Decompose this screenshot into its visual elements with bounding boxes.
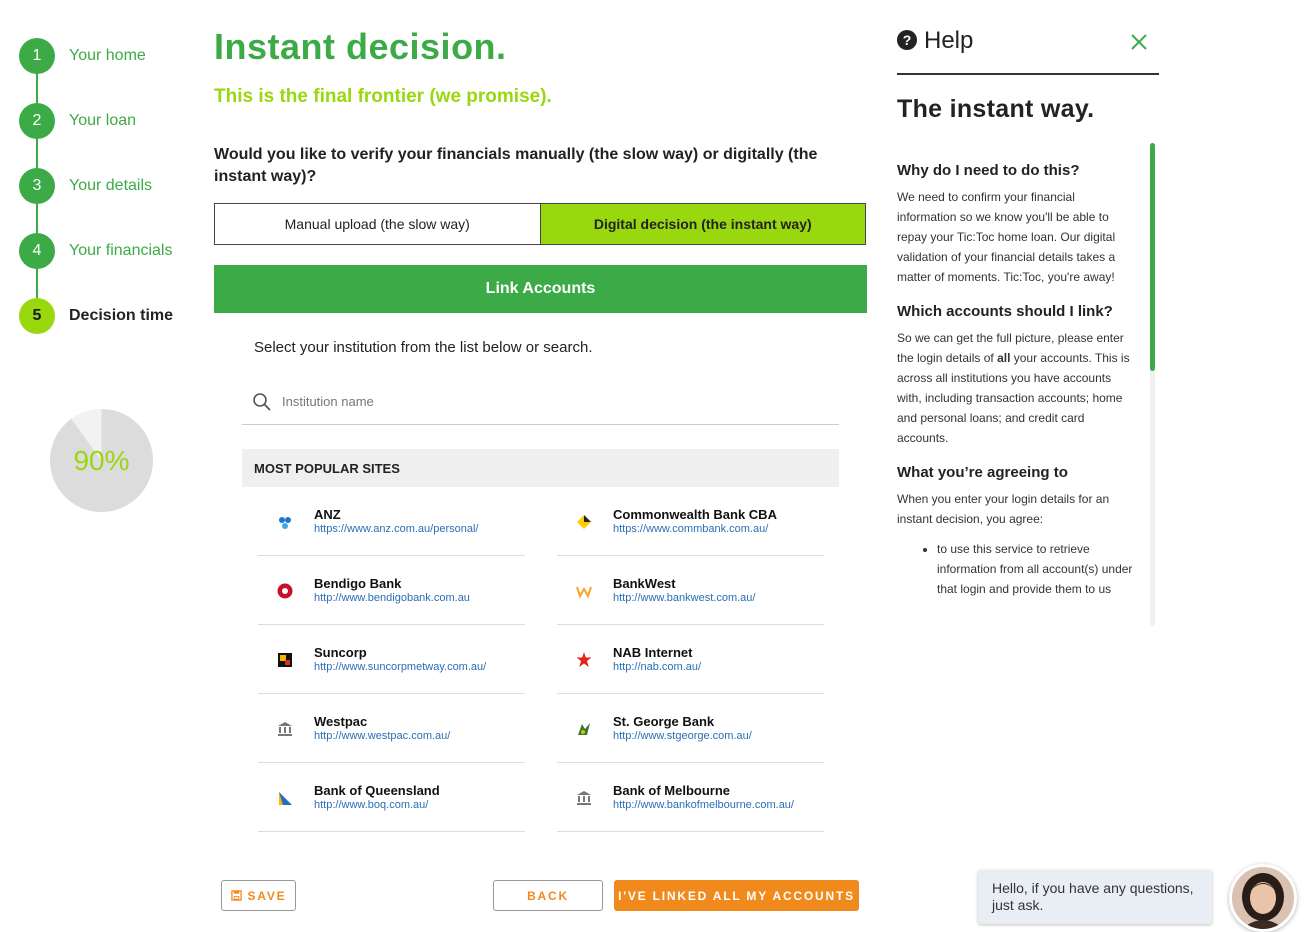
agent-avatar-image — [1232, 867, 1294, 929]
bank-item-bank-of-melbourne[interactable]: Bank of Melbourne http://www.bankofmelbo… — [557, 763, 824, 832]
bank-name: St. George Bank — [613, 714, 715, 729]
linked-all-accounts-button[interactable]: I'VE LINKED ALL MY ACCOUNTS — [614, 880, 859, 911]
bank-item-boq[interactable]: Bank of Queensland http://www.boq.com.au… — [258, 763, 525, 832]
bank-name: Bank of Melbourne — [613, 783, 731, 798]
help-section-text: So we can get the full picture, please e… — [897, 328, 1133, 448]
stgeorge-logo-icon — [575, 720, 593, 738]
help-section-text: We need to confirm your financial inform… — [897, 190, 1116, 284]
bank-name: Bendigo Bank — [314, 576, 402, 591]
bank-building-icon — [575, 789, 593, 807]
bank-name: Bank of Queensland — [314, 783, 440, 798]
bank-name: Westpac — [314, 714, 368, 729]
bank-url: http://nab.com.au/ — [613, 661, 702, 673]
help-title: The instant way. — [897, 95, 1095, 123]
help-content: Why do I need to do this? We need to con… — [897, 146, 1133, 626]
anz-logo-icon — [276, 513, 294, 531]
select-institution-text: Select your institution from the list be… — [254, 339, 593, 356]
step-number: 4 — [19, 233, 55, 269]
step-label: Your details — [69, 177, 153, 194]
chat-avatar[interactable] — [1229, 864, 1297, 932]
bank-url: http://www.bankofmelbourne.com.au/ — [613, 799, 794, 811]
verification-method-toggle: Manual upload (the slow way) Digital dec… — [214, 203, 866, 245]
step-label: Your financials — [69, 242, 173, 259]
bank-building-icon — [276, 720, 294, 738]
step-your-home[interactable]: 1 Your home — [19, 38, 146, 74]
help-section-text: When you enter your login details for an… — [897, 492, 1110, 526]
page-subtitle: This is the final frontier (we promise). — [214, 86, 552, 107]
bank-url: https://www.commbank.com.au/ — [613, 523, 769, 535]
bank-name: BankWest — [613, 576, 676, 591]
bank-url: http://www.westpac.com.au/ — [314, 730, 451, 742]
bank-name: NAB Internet — [613, 645, 693, 660]
help-header: ? Help — [897, 27, 1159, 75]
bank-item-westpac[interactable]: Westpac http://www.westpac.com.au/ — [258, 694, 525, 763]
help-bullet-list: to use this service to retrieve informat… — [897, 539, 1133, 599]
bank-url: http://www.bendigobank.com.au — [314, 592, 470, 604]
step-your-loan[interactable]: 2 Your loan — [19, 103, 136, 139]
institution-search-input[interactable] — [282, 388, 822, 414]
nab-logo-icon — [575, 651, 593, 669]
bank-name: ANZ — [314, 507, 341, 522]
help-text-bold: all — [997, 351, 1011, 365]
bank-item-bankwest[interactable]: BankWest http://www.bankwest.com.au/ — [557, 556, 824, 625]
suncorp-logo-icon — [276, 651, 294, 669]
step-label: Your loan — [69, 112, 137, 129]
save-icon — [230, 890, 242, 901]
bankwest-logo-icon — [575, 582, 593, 600]
close-icon[interactable] — [1129, 32, 1149, 52]
help-section-heading: Which accounts should I link? — [897, 303, 1113, 320]
bank-url: http://www.bankwest.com.au/ — [613, 592, 756, 604]
bank-item-nab[interactable]: NAB Internet http://nab.com.au/ — [557, 625, 824, 694]
step-number: 1 — [19, 38, 55, 74]
link-accounts-header: Link Accounts — [214, 265, 867, 313]
help-header-title: Help — [924, 27, 974, 54]
step-your-financials[interactable]: 4 Your financials — [19, 233, 172, 269]
step-decision-time[interactable]: 5 Decision time — [19, 298, 173, 334]
bank-item-commbank[interactable]: Commonwealth Bank CBA https://www.commba… — [557, 487, 824, 556]
institution-search — [242, 382, 839, 425]
search-icon — [253, 393, 271, 411]
progress-percent: 90% — [73, 444, 130, 476]
step-number: 5 — [19, 298, 55, 334]
commbank-logo-icon — [575, 513, 593, 531]
bank-item-suncorp[interactable]: Suncorp http://www.suncorpmetway.com.au/ — [258, 625, 525, 694]
bank-url: http://www.boq.com.au/ — [314, 799, 429, 811]
question-circle-icon: ? — [897, 30, 917, 50]
bank-item-anz[interactable]: ANZ https://www.anz.com.au/personal/ — [258, 487, 525, 556]
help-scrollbar-thumb[interactable] — [1150, 143, 1155, 371]
help-section-heading: What you’re agreeing to — [897, 464, 1068, 481]
bank-name: Commonwealth Bank CBA — [613, 507, 777, 522]
step-label: Decision time — [69, 307, 174, 324]
help-section-heading: Why do I need to do this? — [897, 162, 1080, 179]
bank-url: http://www.suncorpmetway.com.au/ — [314, 661, 487, 673]
bank-url: https://www.anz.com.au/personal/ — [314, 523, 479, 535]
chat-bubble[interactable]: Hello, if you have any questions, just a… — [978, 870, 1212, 924]
manual-upload-option[interactable]: Manual upload (the slow way) — [215, 204, 540, 244]
most-popular-header: MOST POPULAR SITES — [242, 449, 839, 487]
back-button[interactable]: BACK — [493, 880, 603, 911]
step-number: 3 — [19, 168, 55, 204]
svg-text:?: ? — [903, 32, 912, 48]
save-label: SAVE — [247, 888, 287, 903]
digital-decision-option[interactable]: Digital decision (the instant way) — [539, 204, 865, 244]
step-your-details[interactable]: 3 Your details — [19, 168, 152, 204]
boq-logo-icon — [276, 789, 294, 807]
page-title: Instant decision. — [214, 26, 507, 67]
step-number: 2 — [19, 103, 55, 139]
verify-question: Would you like to verify your financials… — [214, 146, 818, 185]
bank-name: Suncorp — [314, 645, 367, 660]
step-label: Your home — [69, 47, 146, 64]
save-button[interactable]: SAVE — [221, 880, 296, 911]
bank-url: http://www.stgeorge.com.au/ — [613, 730, 752, 742]
bank-item-stgeorge[interactable]: St. George Bank http://www.stgeorge.com.… — [557, 694, 824, 763]
bank-item-bendigo[interactable]: Bendigo Bank http://www.bendigobank.com.… — [258, 556, 525, 625]
help-bullet-item: to use this service to retrieve informat… — [937, 539, 1133, 599]
help-text-part: your accounts. This is across all instit… — [897, 351, 1130, 445]
bendigo-logo-icon — [276, 582, 294, 600]
